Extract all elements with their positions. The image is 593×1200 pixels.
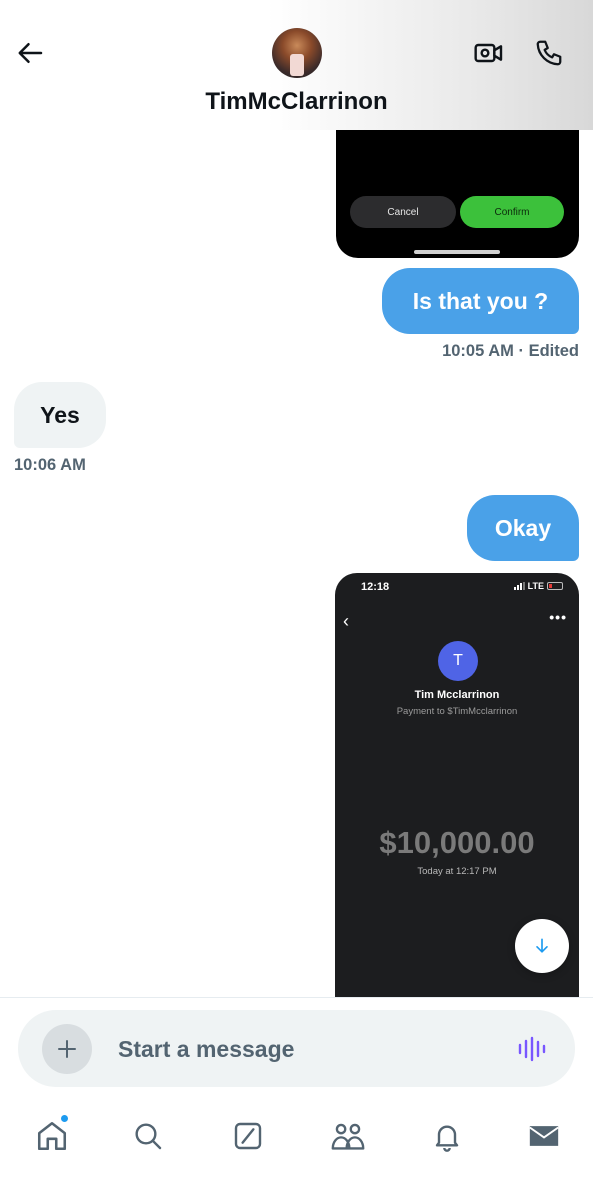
message-timestamp: 10:06 AM [14,456,86,474]
bell-icon [435,1125,459,1152]
voice-call-button[interactable] [532,36,566,70]
video-call-button[interactable] [472,36,506,70]
message-bubble-sent[interactable]: Okay [467,495,579,561]
envelope-icon [529,1126,559,1146]
message-bubble-received[interactable]: Yes [14,382,106,448]
contact-avatar[interactable] [272,28,322,78]
search-icon [135,1123,162,1150]
phone-icon [536,40,562,66]
arrow-down-icon [536,938,548,953]
screenshot-status-bar: LTE [513,581,563,591]
message-timestamp: 10:05 AM · Edited [442,342,579,360]
nav-search[interactable] [126,1114,170,1158]
scroll-to-bottom-button[interactable] [515,919,569,973]
plus-icon [58,1040,76,1058]
payment-date: Today at 12:17 PM [417,866,497,877]
message-input[interactable] [118,1034,488,1064]
nav-home[interactable] [30,1114,74,1158]
notification-dot [60,1114,69,1123]
arrow-left-icon [18,43,43,63]
bottom-nav [0,1100,593,1200]
nav-notifications[interactable] [425,1114,469,1158]
screenshot-confirm-button: Confirm [460,196,564,228]
message-thread[interactable]: Cancel Confirm Is that you ? 10:05 AM · … [0,0,593,998]
conversation-header: TimMcClarrinon [0,0,593,130]
voice-message-button[interactable] [516,1034,548,1064]
nav-communities[interactable] [326,1114,370,1158]
back-button[interactable] [14,36,48,70]
network-label: LTE [527,581,544,591]
screenshot-cancel-button: Cancel [350,196,456,228]
screenshot-status-time: 12:18 [361,581,390,593]
home-indicator [414,250,500,254]
signal-icon [513,582,525,590]
payee-name: Tim Mcclarrinon [414,689,500,701]
contact-name[interactable]: TimMcClarrinon [0,88,593,116]
payment-subtitle: Payment to $TimMcclarrinon [396,706,518,717]
shared-screenshot-confirm[interactable]: Cancel Confirm [336,110,579,258]
home-icon [37,1121,67,1151]
voice-wave-icon [518,1036,546,1062]
chevron-left-icon: ‹ [343,611,349,631]
payee-avatar: T [438,641,478,681]
communities-icon [331,1123,365,1150]
nav-grok[interactable] [226,1114,270,1158]
more-icon: ••• [549,609,567,625]
payment-amount: $10,000.00 [379,825,535,860]
message-bubble-sent[interactable]: Is that you ? [382,268,579,334]
battery-icon [547,582,563,590]
grok-icon [234,1122,262,1150]
nav-messages[interactable] [522,1114,566,1158]
video-camera-icon [474,43,503,63]
add-media-button[interactable] [42,1024,92,1074]
